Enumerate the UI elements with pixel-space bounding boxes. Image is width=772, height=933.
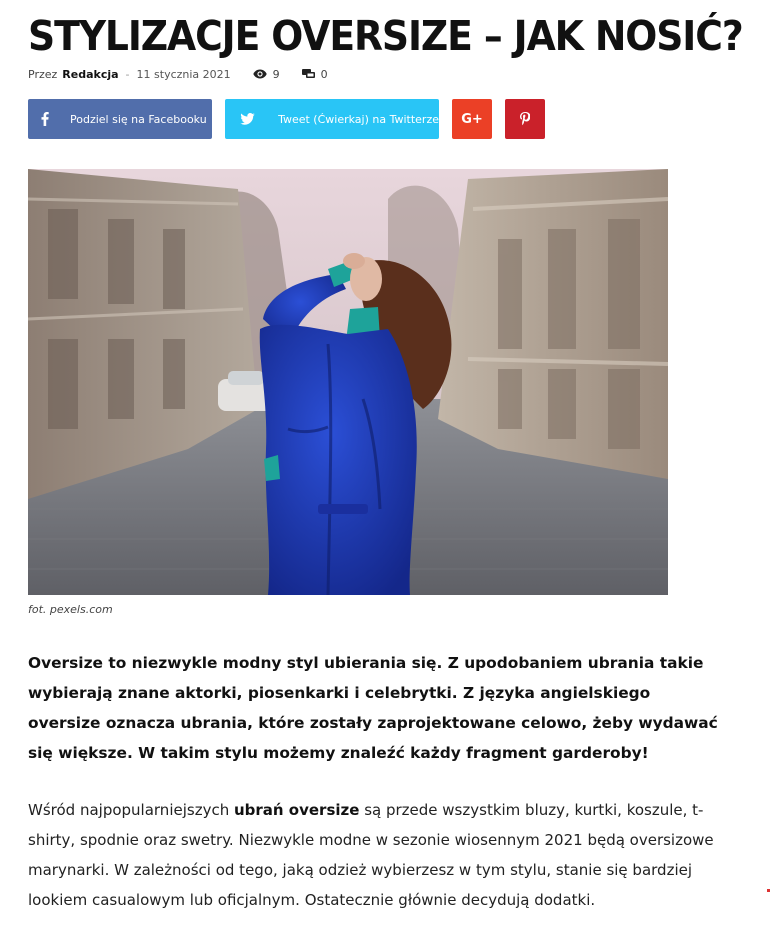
facebook-share-label: Podziel się na Facebooku: [70, 112, 207, 126]
author-link[interactable]: Redakcja: [62, 68, 118, 81]
by-label: Przez: [28, 67, 58, 81]
twitter-icon: [225, 99, 262, 139]
views-value: 9: [272, 67, 280, 81]
pinterest-share-button[interactable]: [505, 99, 545, 139]
facebook-icon: [28, 99, 62, 139]
views-count: 9: [252, 67, 280, 81]
comment-icon: [301, 69, 315, 78]
comments-value: 0: [320, 67, 328, 81]
woman-street-photo: [28, 169, 668, 595]
edge-marker: [767, 889, 770, 892]
googleplus-share-button[interactable]: G+: [452, 99, 492, 139]
twitter-share-label: Tweet (Ćwierkaj) na Twitterze: [278, 112, 439, 126]
twitter-share-button[interactable]: Tweet (Ćwierkaj) na Twitterze: [225, 99, 439, 139]
eye-icon: [252, 69, 267, 79]
paragraph-start: Wśród najpopularniejszych: [28, 801, 234, 819]
comments-count[interactable]: 0: [301, 67, 328, 81]
facebook-share-button[interactable]: Podziel się na Facebooku: [28, 99, 212, 139]
photo-caption: fot. pexels.com: [28, 603, 113, 616]
article-meta: Przez Redakcja - 11 stycznia 2021 9 0: [28, 66, 350, 82]
article-lead: Oversize to niezwykle modny styl ubieran…: [28, 654, 718, 762]
article-paragraph: Wśród najpopularniejszych ubrań oversize…: [28, 795, 728, 915]
article-photo: [28, 169, 668, 595]
pinterest-icon: [520, 112, 530, 126]
paragraph-bold-phrase: ubrań oversize: [233, 801, 360, 819]
googleplus-icon: G+: [461, 111, 483, 127]
meta-separator: -: [125, 67, 130, 81]
article-title: STYLIZACJE OVERSIZE – JAK NOSIĆ?: [28, 12, 744, 60]
publish-date: 11 stycznia 2021: [136, 67, 231, 81]
share-bar: Podziel się na Facebooku Tweet (Ćwierkaj…: [28, 99, 558, 139]
